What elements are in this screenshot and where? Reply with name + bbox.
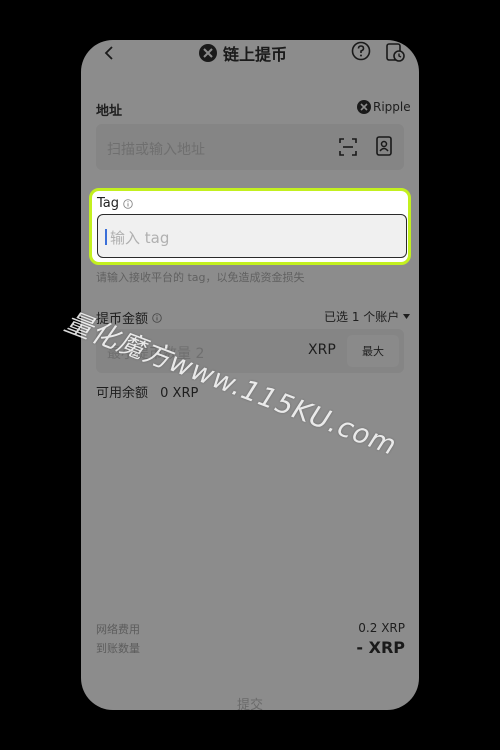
xrp-logo-icon (199, 44, 217, 62)
tag-placeholder: 输入 tag (110, 229, 170, 247)
scan-icon[interactable] (339, 138, 357, 156)
receive-label: 到账数量 (96, 642, 140, 655)
currency-unit: XRP (308, 342, 336, 358)
top-bar: 链上提币 (81, 40, 419, 66)
text-caret (105, 229, 107, 245)
address-placeholder: 扫描或输入地址 (107, 142, 205, 158)
max-button[interactable]: 最大 (347, 335, 399, 367)
tag-input[interactable]: 输入 tag (97, 214, 407, 258)
tag-hint: 请输入接收平台的 tag，以免造成资金损失 (96, 271, 305, 284)
fee-value: 0.2 XRP (358, 621, 405, 635)
history-icon[interactable] (385, 41, 405, 63)
address-label: 地址 (96, 104, 123, 119)
info-icon[interactable] (123, 198, 133, 209)
available-value: 0 XRP (160, 386, 199, 401)
tag-label: Tag (97, 196, 120, 211)
available-balance: 可用余额 0 XRP (96, 382, 198, 401)
tag-label-group: Tag (97, 196, 133, 211)
ripple-network-icon (357, 100, 371, 114)
page-title: 链上提币 (223, 45, 288, 64)
help-icon[interactable] (351, 41, 371, 61)
network-name: Ripple (373, 100, 411, 114)
tag-section: Tag 输入 tag (89, 188, 411, 265)
network-selector[interactable]: Ripple (357, 100, 411, 114)
account-select-text: 已选 1 个账户 (324, 310, 400, 324)
address-book-icon[interactable] (376, 136, 392, 156)
title-group: 链上提币 (199, 43, 288, 64)
address-input[interactable]: 扫描或输入地址 (96, 124, 404, 170)
account-selector[interactable]: 已选 1 个账户 (324, 308, 411, 325)
fee-label: 网络费用 (96, 623, 140, 636)
available-label: 可用余额 (96, 386, 149, 401)
receive-value: - XRP (356, 638, 405, 657)
back-arrow-icon[interactable] (103, 46, 117, 60)
amount-info-icon[interactable] (152, 312, 162, 323)
submit-button[interactable]: 提交 (81, 694, 419, 710)
caret-down-icon (403, 314, 411, 319)
